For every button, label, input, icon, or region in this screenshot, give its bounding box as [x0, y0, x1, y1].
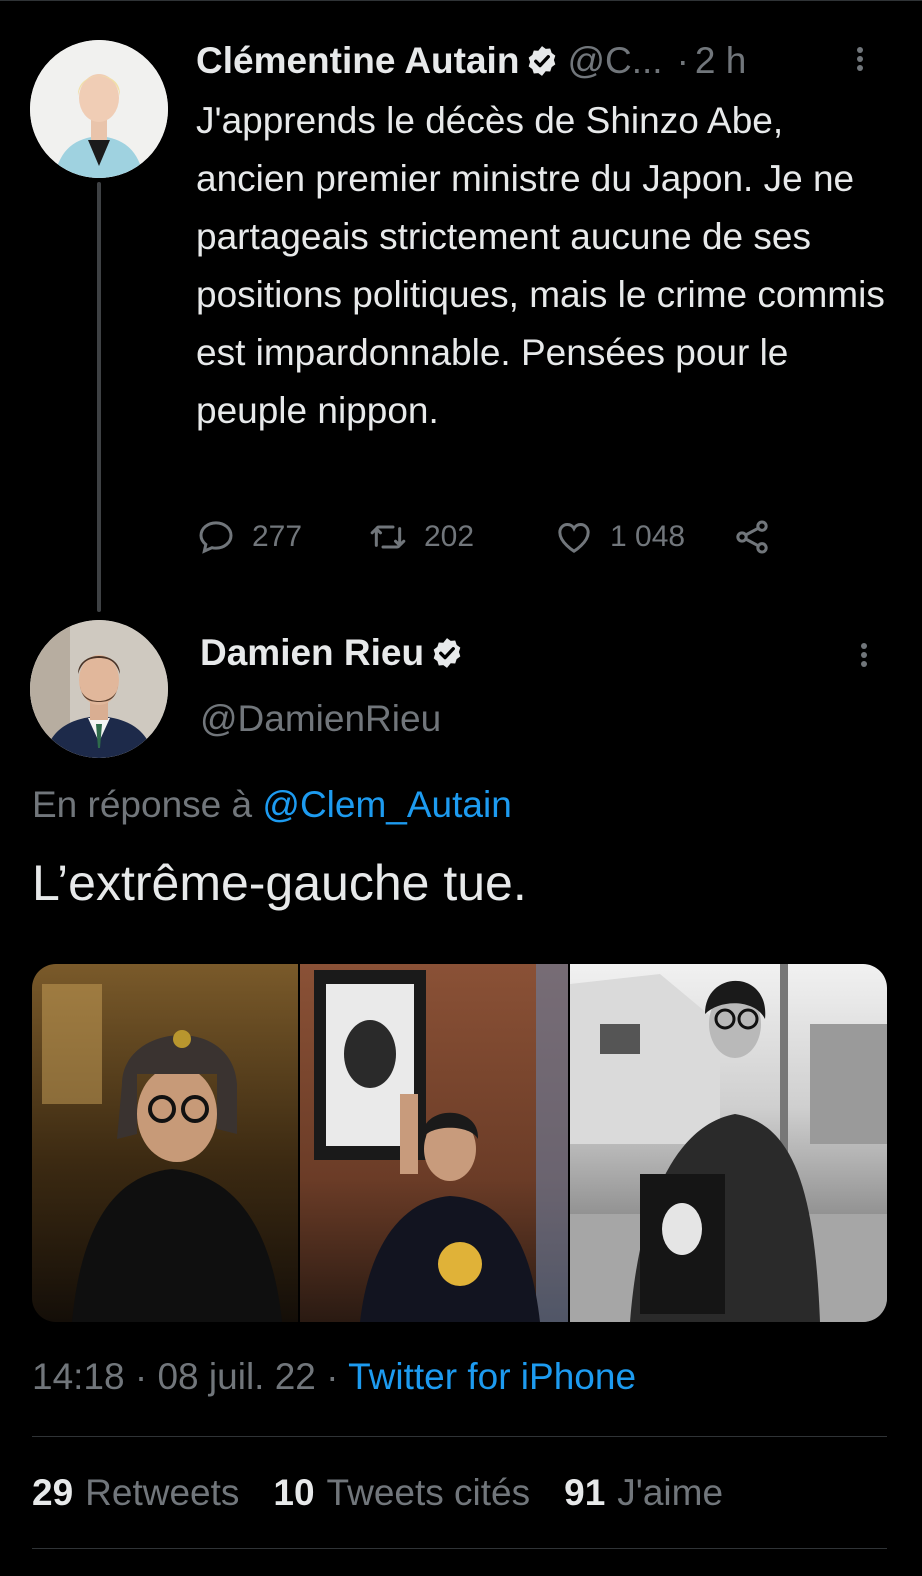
- top-divider: [0, 0, 922, 1]
- verified-badge-icon: [433, 638, 461, 668]
- separator-dot: ·: [326, 1356, 339, 1397]
- quote-tweets-stat[interactable]: 10 Tweets cités: [273, 1472, 530, 1514]
- separator-dot: ·: [134, 1356, 148, 1397]
- tweet-date: 08 juil. 22: [157, 1356, 316, 1397]
- author-handle[interactable]: @C...: [567, 40, 662, 82]
- verified-badge-icon: [529, 46, 556, 76]
- stat-count: 29: [32, 1472, 74, 1513]
- avatar-clementine-autain[interactable]: [30, 40, 168, 178]
- divider: [32, 1548, 887, 1549]
- stat-label: Tweets cités: [326, 1472, 531, 1513]
- likes-stat[interactable]: 91 J'aime: [564, 1472, 723, 1514]
- tweet-time: 14:18: [32, 1356, 125, 1397]
- tweet-meta: 14:18 · 08 juil. 22 · Twitter for iPhone: [32, 1356, 636, 1398]
- stat-label: J'aime: [617, 1472, 724, 1513]
- reply-context: En réponse à @Clem_Autain: [32, 784, 512, 826]
- divider: [32, 1436, 887, 1437]
- media-grid: [32, 964, 887, 1322]
- media-photo-3[interactable]: [570, 964, 887, 1322]
- stat-label: Retweets: [85, 1472, 240, 1513]
- like-button[interactable]: 1 048: [554, 517, 732, 557]
- media-photo-2[interactable]: [300, 964, 568, 1322]
- tweet-text: L’extrême-gauche tue.: [32, 855, 527, 911]
- tweet-time[interactable]: 2 h: [695, 40, 746, 82]
- reply-count: 277: [252, 520, 303, 553]
- stat-count: 91: [564, 1472, 606, 1513]
- reply-mention-link[interactable]: @Clem_Autain: [262, 784, 511, 825]
- like-count: 1 048: [610, 520, 686, 553]
- retweets-stat[interactable]: 29 Retweets: [32, 1472, 239, 1514]
- tweet-text: J'apprends le décès de Shinzo Abe, ancie…: [196, 100, 885, 431]
- tweet-source-link[interactable]: Twitter for iPhone: [348, 1356, 636, 1397]
- retweet-button[interactable]: 202: [368, 517, 554, 557]
- share-icon: [736, 520, 768, 554]
- stat-count: 10: [273, 1472, 315, 1513]
- retweet-icon: [370, 525, 406, 549]
- reply-icon: [199, 521, 233, 554]
- main-author-header: Damien Rieu: [200, 632, 464, 674]
- separator-dot: ·: [676, 40, 689, 81]
- thread-connector: [97, 182, 101, 612]
- retweet-count: 202: [424, 520, 475, 553]
- more-icon[interactable]: [858, 640, 870, 680]
- like-icon: [558, 522, 590, 553]
- media-photo-1[interactable]: [32, 964, 298, 1322]
- more-icon[interactable]: [854, 44, 866, 80]
- reply-prefix: En réponse à: [32, 784, 253, 825]
- avatar-damien-rieu[interactable]: [30, 620, 168, 758]
- share-button[interactable]: [732, 517, 788, 557]
- thread-tweet-header: Clémentine Autain @C... · 2 h: [196, 36, 896, 86]
- author-name[interactable]: Clémentine Autain: [196, 40, 519, 82]
- author-handle[interactable]: @DamienRieu: [200, 698, 441, 740]
- tweet-stats: 29 Retweets 10 Tweets cités 91 J'aime: [32, 1472, 757, 1514]
- author-name[interactable]: Damien Rieu: [200, 632, 424, 674]
- reply-button[interactable]: 277: [196, 517, 368, 557]
- tweet-actions: 277 202 1 048: [196, 512, 816, 562]
